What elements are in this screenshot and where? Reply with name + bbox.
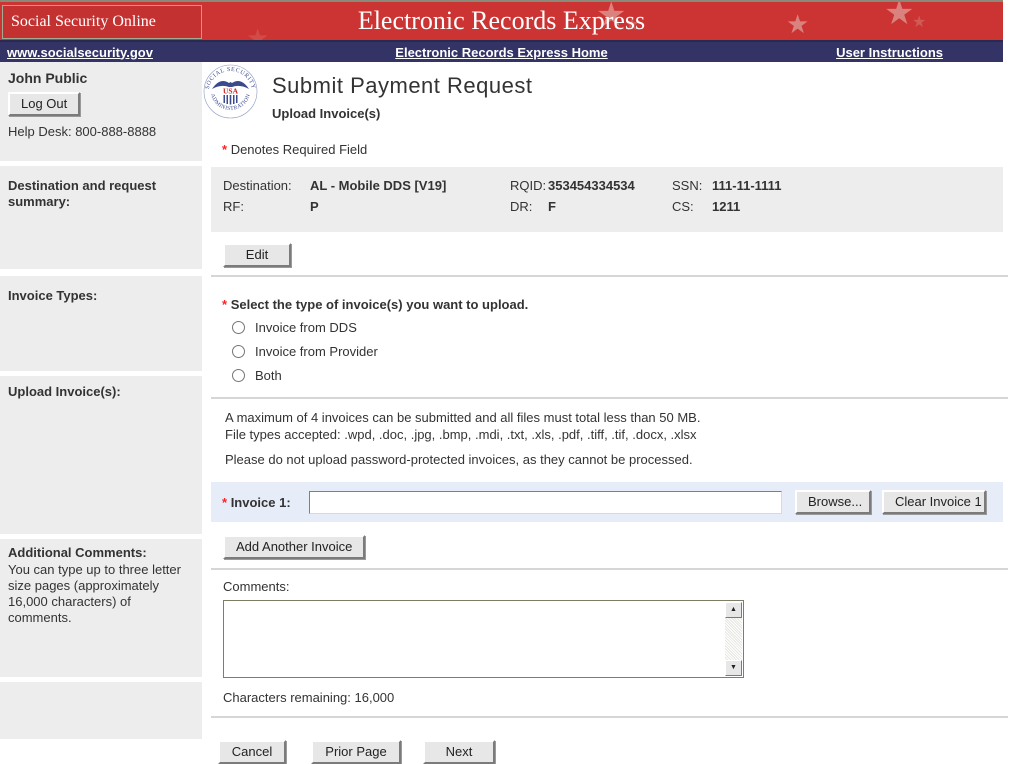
sidebar-section-destination: Destination and request summary: [0,166,202,269]
page-subtitle: Upload Invoice(s) [272,106,532,121]
invoice-type-question-text: Select the type of invoice(s) you want t… [231,297,529,312]
browse-button[interactable]: Browse... [795,490,871,514]
comments-textarea-container: ▲ ▼ [223,600,744,678]
sidebar: John Public Log Out Help Desk: 800-888-8… [0,62,202,764]
page-body: John Public Log Out Help Desk: 800-888-8… [0,62,1026,764]
upload-note-line2: File types accepted: .wpd, .doc, .jpg, .… [225,426,1008,443]
required-field-note: * Denotes Required Field [222,142,1008,157]
radio-invoice-from-dds[interactable] [232,321,245,334]
dr-value: F [548,199,672,214]
comments-note: You can type up to three letter size pag… [8,562,194,626]
svg-text:USA: USA [223,87,239,96]
destination-label: Destination: [223,178,310,193]
invoice-type-question: * Select the type of invoice(s) you want… [222,297,1008,312]
radio-invoice-from-provider[interactable] [232,345,245,358]
upload-note-line3: Please do not upload password-protected … [225,451,1008,468]
page-title: Submit Payment Request [272,73,532,99]
additional-comments-heading: Additional Comments: [8,545,194,561]
radio-option-invoice-from-dds[interactable]: Invoice from DDS [232,318,1008,336]
rqid-label: RQID: [510,178,548,193]
clear-invoice-1-button[interactable]: Clear Invoice 1 [882,490,986,514]
upload-instructions: A maximum of 4 invoices can be submitted… [225,409,1008,468]
radio-option-invoice-from-provider[interactable]: Invoice from Provider [232,342,1008,360]
ssa-seal-icon: SOCIAL SECURITY ADMINISTRATION USA [203,64,258,119]
radio-both[interactable] [232,369,245,382]
help-desk-text: Help Desk: 800-888-8888 [8,124,194,139]
radio-label: Invoice from DDS [255,320,357,335]
next-button[interactable]: Next [423,740,495,764]
comments-label: Comments: [223,579,1008,594]
dr-label: DR: [510,199,548,214]
logout-button[interactable]: Log Out [8,92,80,116]
scroll-down-icon[interactable]: ▼ [725,660,742,676]
scroll-up-icon[interactable]: ▲ [725,602,742,618]
top-banner: ★ ★ ★ ★ ★ ★ Social Security Online Elect… [0,0,1003,40]
invoice-type-section: * Select the type of invoice(s) you want… [222,297,1008,384]
title-block: Submit Payment Request Upload Invoice(s) [272,64,532,121]
comments-textarea[interactable] [224,601,743,677]
sidebar-section-comments: Additional Comments: You can type up to … [0,539,202,677]
destination-value: AL - Mobile DDS [V19] [310,178,510,193]
required-asterisk: * [222,297,227,312]
required-note-text: Denotes Required Field [231,142,368,157]
section-divider [211,275,1008,277]
ssn-label: SSN: [672,178,712,193]
app-title: Electronic Records Express [0,6,1003,36]
sidebar-section-upload: Upload Invoice(s): [0,376,202,534]
characters-remaining-text: Characters remaining: 16,000 [223,690,1008,705]
section-divider [211,397,1008,399]
destination-summary-heading: Destination and request summary: [8,178,194,210]
cancel-button[interactable]: Cancel [218,740,286,764]
invoice-1-label: * Invoice 1: [222,495,309,510]
invoice-1-label-text: Invoice 1: [231,495,291,510]
radio-option-both[interactable]: Both [232,366,1008,384]
cs-value: 1211 [712,199,1003,214]
rqid-value: 353454334534 [548,178,672,193]
nav-bar: www.socialsecurity.gov Electronic Record… [0,40,1003,62]
add-another-invoice-button[interactable]: Add Another Invoice [223,535,365,559]
form-actions: Cancel Prior Page Next [218,740,1008,764]
invoice-1-file-input[interactable] [309,491,782,514]
edit-button[interactable]: Edit [223,243,291,267]
ssn-value: 111-11-1111 [712,178,1003,193]
destination-summary-box: Destination: AL - Mobile DDS [V19] RQID:… [211,167,1003,232]
upload-note-line1: A maximum of 4 invoices can be submitted… [225,409,1008,426]
rf-label: RF: [223,199,310,214]
sidebar-section-invoice-types: Invoice Types: [0,276,202,371]
prior-page-button[interactable]: Prior Page [311,740,401,764]
radio-label: Invoice from Provider [255,344,378,359]
radio-label: Both [255,368,282,383]
invoice-1-row: * Invoice 1: Browse... Clear Invoice 1 [211,482,1003,522]
invoice-types-heading: Invoice Types: [8,288,194,304]
required-asterisk: * [222,142,227,157]
textarea-scrollbar[interactable]: ▲ ▼ [725,602,742,676]
upload-invoices-heading: Upload Invoice(s): [8,384,194,400]
user-name: John Public [8,70,194,86]
section-divider [211,716,1008,718]
nav-link-user-instructions[interactable]: User Instructions [836,45,943,60]
sidebar-user-section: John Public Log Out Help Desk: 800-888-8… [0,62,202,161]
required-asterisk: * [222,495,227,510]
cs-label: CS: [672,199,712,214]
rf-value: P [310,199,510,214]
page-header: SOCIAL SECURITY ADMINISTRATION USA Submi… [203,64,1008,121]
sidebar-section-empty [0,682,202,739]
main-content: SOCIAL SECURITY ADMINISTRATION USA Submi… [211,62,1008,764]
section-divider [211,568,1008,570]
